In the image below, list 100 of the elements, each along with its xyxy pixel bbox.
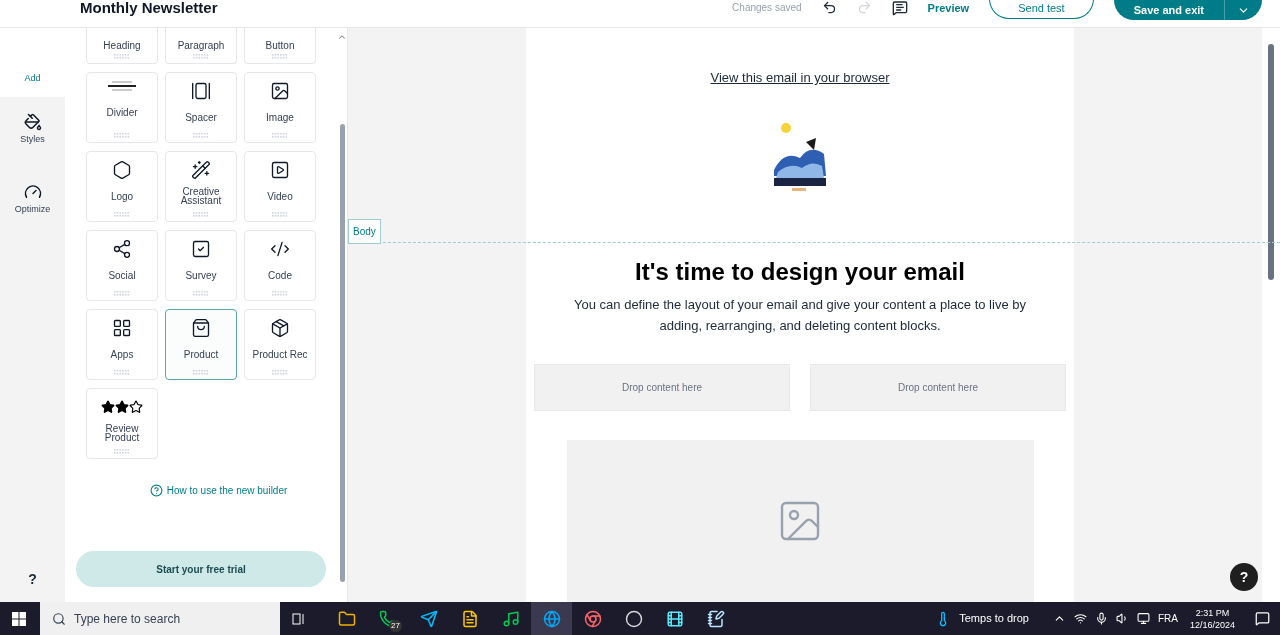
help-button[interactable]: ? xyxy=(28,569,37,590)
help-icon xyxy=(149,484,163,497)
page-scrollbar[interactable] xyxy=(1262,28,1280,602)
spacer-icon xyxy=(191,81,211,101)
notepad-icon xyxy=(706,609,725,628)
clock-time[interactable]: 2:31 PM xyxy=(1195,606,1230,619)
volume-icon[interactable] xyxy=(1115,612,1129,625)
divider-icon xyxy=(108,81,136,91)
block-label: Product Rec xyxy=(252,347,308,362)
drag-handle-icon[interactable] xyxy=(193,291,209,296)
block-label: Paragraph xyxy=(177,41,225,50)
checkbox-icon xyxy=(191,239,211,259)
browser-view-link[interactable]: View this email in your browser xyxy=(710,68,890,88)
drag-handle-icon[interactable] xyxy=(272,54,288,59)
search-icon xyxy=(52,611,66,626)
block-tile[interactable]: Creative Assistant xyxy=(165,151,237,222)
drag-handle-icon[interactable] xyxy=(114,449,130,454)
save-menu-button[interactable] xyxy=(1224,0,1262,20)
grid-icon xyxy=(112,318,132,338)
block-tile[interactable]: Divider xyxy=(86,72,158,143)
document-icon xyxy=(460,609,479,628)
shopping-bag-icon xyxy=(191,318,211,338)
taskbar-search-field[interactable]: Type here to search xyxy=(40,602,280,635)
drag-handle-icon[interactable] xyxy=(272,212,288,217)
block-tile[interactable]: Review Product xyxy=(86,388,158,459)
notifications-icon[interactable] xyxy=(1255,611,1270,626)
record-icon xyxy=(624,609,643,628)
drag-handle-icon[interactable] xyxy=(114,370,130,375)
rail-tab[interactable]: Styles xyxy=(0,97,65,167)
block-label: Video xyxy=(267,189,293,204)
block-tile[interactable]: Image xyxy=(244,72,316,143)
code-icon xyxy=(270,239,290,259)
block-label: Spacer xyxy=(185,110,217,125)
block-tile[interactable]: Apps xyxy=(86,309,158,380)
section-tag[interactable]: Body xyxy=(348,219,381,244)
display-icon[interactable] xyxy=(1136,612,1150,625)
save-button[interactable]: Save and exit xyxy=(1113,0,1224,20)
taskbar-app[interactable]: 27 xyxy=(367,602,408,635)
undo-icon[interactable] xyxy=(821,0,837,15)
microphone-icon[interactable] xyxy=(1094,612,1108,625)
block-tile[interactable]: Video xyxy=(244,151,316,222)
drag-handle-icon[interactable] xyxy=(114,133,130,138)
paint-bucket-icon xyxy=(23,113,42,131)
block-label: Logo xyxy=(110,189,134,204)
block-tile[interactable]: Product xyxy=(165,309,237,380)
help-link[interactable]: How to use the new builder xyxy=(149,483,288,498)
block-label: Divider xyxy=(106,105,138,120)
drag-handle-icon[interactable] xyxy=(272,133,288,138)
share-icon xyxy=(112,239,132,259)
scroll-up-icon[interactable] xyxy=(337,32,347,42)
block-tile[interactable]: Spacer xyxy=(165,72,237,143)
film-icon xyxy=(665,609,684,628)
block-tile[interactable]: Heading xyxy=(86,28,158,64)
block-tile[interactable]: Code xyxy=(244,230,316,301)
task-view-icon[interactable] xyxy=(292,611,306,626)
block-tile[interactable]: Logo xyxy=(86,151,158,222)
block-label: Code xyxy=(268,268,292,283)
block-tile[interactable]: Survey xyxy=(165,230,237,301)
browser-icon xyxy=(583,609,602,628)
drag-handle-icon[interactable] xyxy=(193,370,209,375)
drag-handle-icon[interactable] xyxy=(114,212,130,217)
drop-zone[interactable]: Drop content here xyxy=(810,363,1066,411)
clock-date[interactable]: 12/16/2024 xyxy=(1189,618,1235,631)
block-tile[interactable]: Social xyxy=(86,230,158,301)
drag-handle-icon[interactable] xyxy=(193,54,209,59)
block-tile[interactable]: Button xyxy=(244,28,316,64)
preview-link[interactable]: Preview xyxy=(927,2,970,14)
block-label: Social xyxy=(108,268,136,283)
notification-badge: 27 xyxy=(389,620,402,632)
drag-handle-icon[interactable] xyxy=(114,54,130,59)
music-icon xyxy=(501,609,520,628)
help-button[interactable]: ? xyxy=(1230,563,1258,591)
weather-text[interactable]: Temps to drop xyxy=(959,610,1029,627)
rail-tab[interactable]: Optimize xyxy=(0,167,65,237)
windows-start-icon[interactable] xyxy=(12,611,26,626)
block-label: Image xyxy=(266,110,294,125)
drag-handle-icon[interactable] xyxy=(193,133,209,138)
free-trial-button[interactable]: Start your free trial xyxy=(76,551,326,587)
comment-icon[interactable] xyxy=(891,0,908,16)
block-label: Product xyxy=(183,347,219,362)
block-label: Heading xyxy=(103,41,141,50)
block-tile[interactable]: Product Rec xyxy=(244,309,316,380)
block-label: Review Product xyxy=(103,422,141,445)
wifi-icon[interactable] xyxy=(1073,612,1087,625)
search-input[interactable]: Type here to search xyxy=(74,609,254,628)
drag-handle-icon[interactable] xyxy=(114,291,130,296)
magic-wand-icon xyxy=(191,160,211,180)
image-icon xyxy=(270,81,290,101)
block-label: Apps xyxy=(110,347,134,362)
newsletter-title: Monthly Newsletter xyxy=(80,0,218,15)
drag-handle-icon[interactable] xyxy=(272,291,288,296)
email-intro: You can define the layout of your email and give your content a place to live by adding, rearranging, and deleting content blocks. xyxy=(573,295,1027,335)
drag-handle-icon[interactable] xyxy=(193,212,209,217)
folder-icon xyxy=(337,609,356,628)
block-tile[interactable]: Paragraph xyxy=(165,28,237,64)
drag-handle-icon[interactable] xyxy=(272,370,288,375)
gauge-icon xyxy=(23,183,42,201)
email-heading: It's time to design your email xyxy=(635,256,965,287)
drop-zone[interactable]: Drop content here xyxy=(534,363,790,411)
language-indicator[interactable]: FRA xyxy=(1157,611,1178,626)
